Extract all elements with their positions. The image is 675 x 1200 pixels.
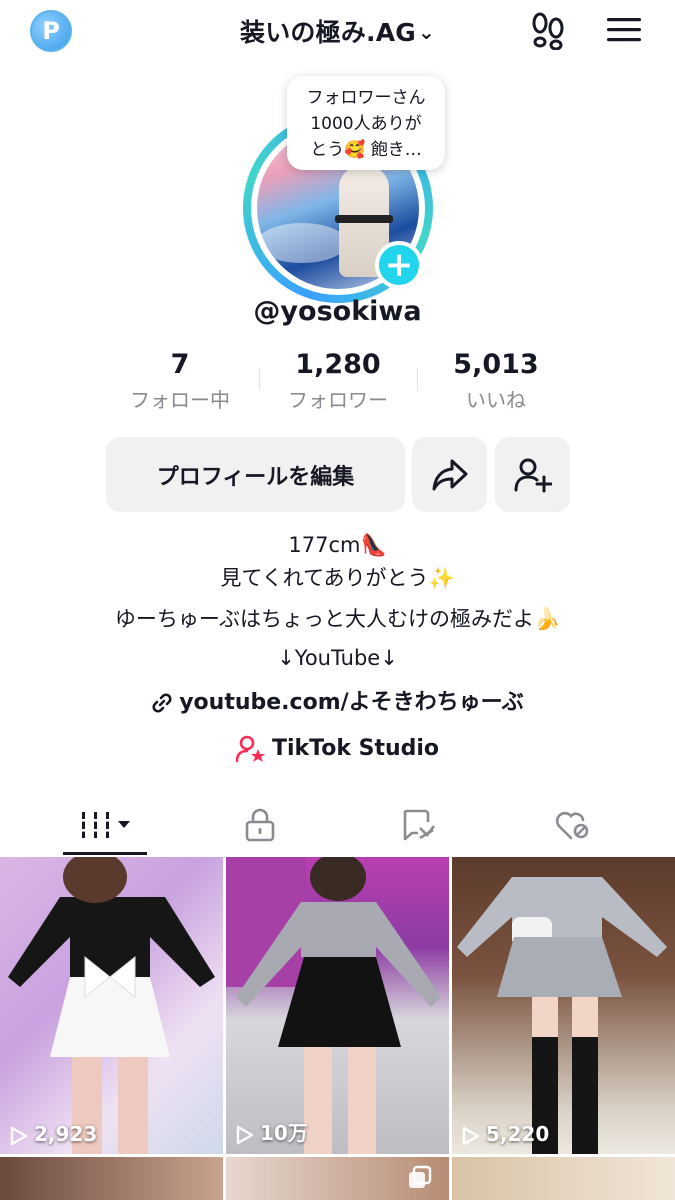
bio-line: 177cm👠	[288, 533, 387, 557]
thumbnail-art	[457, 877, 667, 1154]
studio-label: TikTok Studio	[271, 736, 440, 761]
bio-line: ↓YouTube↓	[277, 646, 398, 670]
add-story-plus-icon[interactable]: +	[375, 241, 423, 289]
link-text: youtube.com/よそきわちゅーぶ	[179, 690, 524, 715]
add-friend-button[interactable]	[495, 437, 570, 512]
bio-line: 見てくれてありがとう✨	[220, 566, 455, 590]
view-count: 5,220	[462, 1122, 549, 1146]
video-thumbnail[interactable]	[0, 1157, 223, 1200]
thumbnail-art	[409, 1165, 432, 1188]
play-icon	[236, 1125, 254, 1144]
video-thumbnail[interactable]: 2,923	[0, 857, 223, 1154]
stat-value: 5,013	[453, 349, 539, 380]
stat-following[interactable]: 7 フォロー中	[100, 346, 260, 414]
video-thumbnail[interactable]	[452, 1157, 675, 1200]
stat-value: 7	[170, 349, 190, 380]
studio-icon	[235, 735, 265, 763]
account-name: 装いの極み.AG	[240, 18, 416, 47]
content-tabs	[0, 795, 675, 857]
tab-videos[interactable]	[21, 795, 190, 855]
stat-followers[interactable]: 1,280 フォロワー	[258, 346, 418, 414]
note-line: フォロワーさん	[306, 88, 426, 108]
thumbnail-art	[226, 857, 441, 1154]
video-thumbnail[interactable]: 5,220	[452, 857, 675, 1154]
edit-profile-button[interactable]: プロフィールを編集	[106, 437, 405, 512]
tiktok-studio-link[interactable]: TikTok Studio	[0, 735, 675, 763]
share-icon	[432, 459, 467, 490]
tab-liked[interactable]	[488, 795, 657, 855]
view-count: 2,923	[10, 1122, 97, 1146]
username: @yosokiwa	[253, 296, 422, 327]
tab-private[interactable]	[175, 795, 344, 855]
liked-heart-icon	[555, 811, 588, 840]
note-line: 1000人ありが	[310, 114, 422, 134]
video-thumbnail[interactable]: 10万	[226, 857, 449, 1154]
video-thumbnail[interactable]	[226, 1157, 449, 1200]
bio-link[interactable]: youtube.com/よそきわちゅーぶ	[0, 684, 675, 716]
link-icon	[152, 693, 172, 713]
hamburger-menu-icon[interactable]	[606, 14, 642, 46]
top-bar: P 装いの極み.AG ⌄	[0, 0, 675, 62]
view-count-text: 10万	[260, 1121, 308, 1145]
video-grid: 2,923 10万 5,220	[0, 857, 675, 1200]
view-count-text: 5,220	[486, 1122, 550, 1146]
stat-label: フォロー中	[130, 388, 230, 412]
profile-stats: 7 フォロー中 1,280 フォロワー 5,013 いいね	[0, 346, 675, 416]
profile-note-bubble[interactable]: フォロワーさん 1000人ありが とう🥰 飽き…	[287, 76, 445, 170]
view-count-text: 2,923	[34, 1122, 98, 1146]
note-line: とう🥰 飽き…	[310, 140, 422, 160]
play-icon	[10, 1126, 28, 1145]
play-icon	[462, 1126, 480, 1145]
grid-icon	[79, 812, 130, 838]
add-friend-icon	[514, 458, 552, 492]
thumbnail-art	[8, 857, 215, 1154]
active-tab-indicator	[63, 852, 147, 855]
lock-icon	[245, 808, 274, 842]
account-switcher[interactable]: 装いの極み.AG ⌄	[0, 13, 675, 49]
share-profile-button[interactable]	[412, 437, 487, 512]
stat-label: いいね	[466, 388, 526, 412]
view-count: 10万	[236, 1117, 308, 1146]
bio-line: ゆーちゅーぶはちょっと大人むけの極みだよ🍌	[114, 607, 561, 631]
tab-reposts[interactable]	[333, 795, 502, 855]
stat-likes[interactable]: 5,013 いいね	[416, 346, 576, 414]
footprint-icon[interactable]	[528, 12, 568, 50]
chevron-down-icon: ⌄	[418, 20, 435, 44]
stat-value: 1,280	[295, 349, 381, 380]
repost-icon	[403, 809, 435, 841]
stat-label: フォロワー	[288, 388, 388, 412]
